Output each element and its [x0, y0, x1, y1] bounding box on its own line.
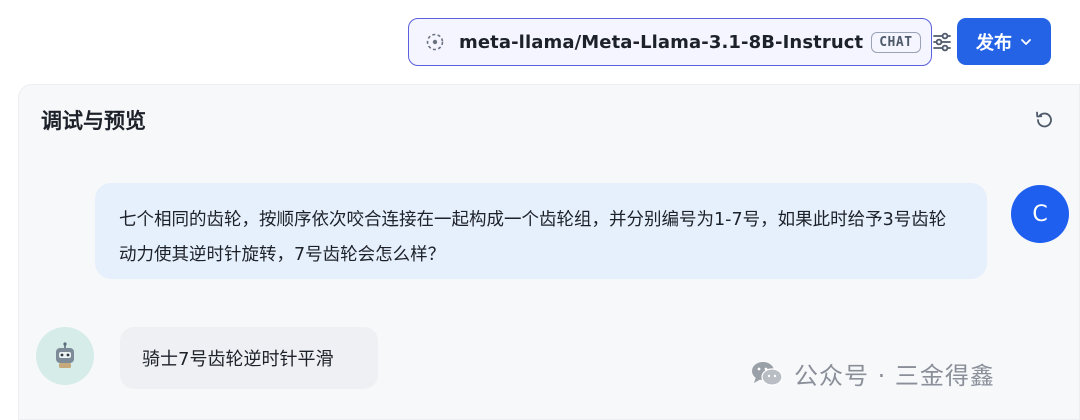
sliders-icon[interactable]: [931, 29, 953, 55]
panel-title: 调试与预览: [41, 109, 146, 133]
bot-message-bubble: 骑士7号齿轮逆时针平滑: [120, 327, 378, 389]
user-message-bubble: 七个相同的齿轮，按顺序依次咬合连接在一起构成一个齿轮组，并分别编号为1-7号，如…: [95, 183, 987, 279]
robot-icon: [36, 327, 94, 385]
model-selector[interactable]: meta-llama/Meta-Llama-3.1-8B-Instruct CH…: [408, 18, 951, 66]
user-avatar: C: [1011, 185, 1069, 243]
watermark-text: 公众号 · 三金得鑫: [794, 362, 995, 390]
publish-button[interactable]: 发布: [957, 18, 1051, 65]
model-logo-icon: [425, 31, 445, 53]
publish-label: 发布: [976, 32, 1012, 54]
model-type-badge: CHAT: [871, 31, 921, 53]
top-bar: meta-llama/Meta-Llama-3.1-8B-Instruct CH…: [0, 0, 1080, 84]
bot-message-text: 骑士7号齿轮逆时针平滑: [142, 349, 334, 370]
watermark: 公众号 · 三金得鑫: [750, 356, 995, 391]
refresh-icon[interactable]: [1031, 107, 1057, 133]
chevron-down-icon: [1020, 36, 1032, 48]
model-name: meta-llama/Meta-Llama-3.1-8B-Instruct: [459, 31, 864, 53]
wechat-icon: [750, 359, 784, 389]
